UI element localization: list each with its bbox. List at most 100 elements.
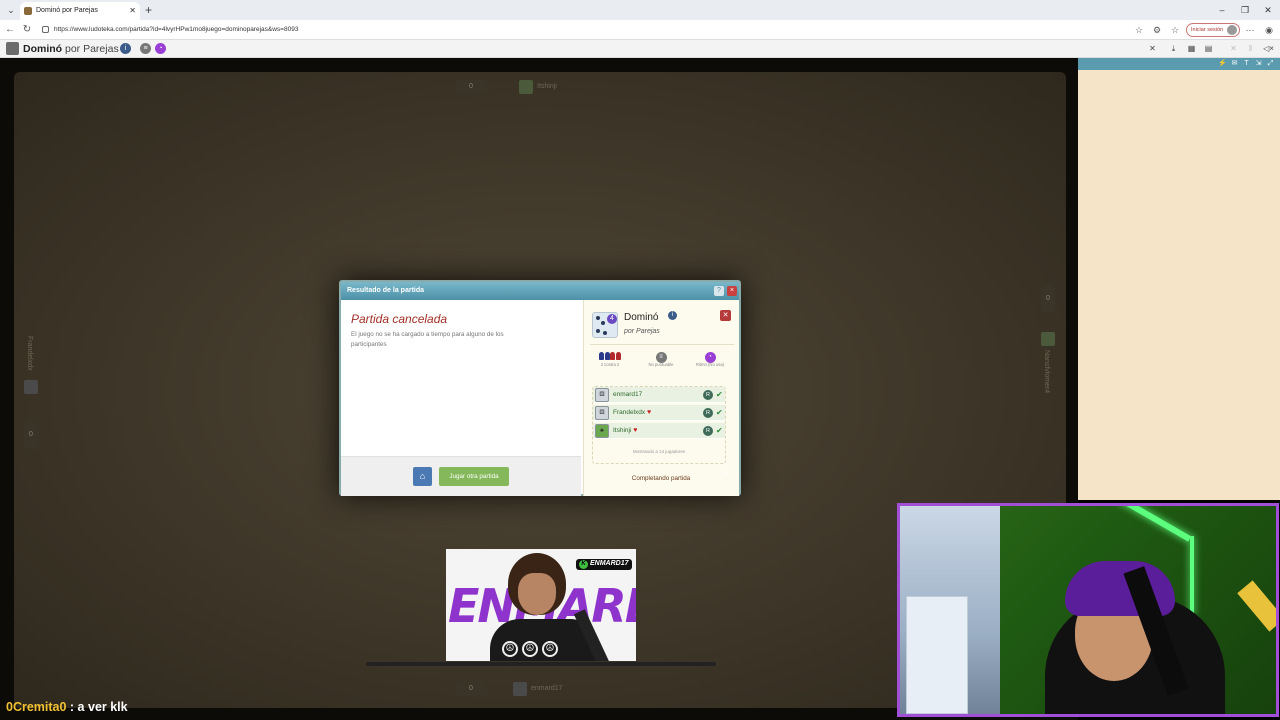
tab-list-icon[interactable]: ⌄ (4, 3, 18, 17)
close-game-icon[interactable]: ✕ (1228, 43, 1239, 54)
result-title: Partida cancelada (351, 312, 448, 326)
side-panel: ⚡ ✉ T ⇲ ⤢ (1078, 58, 1280, 500)
mode-rhythm: ◔ Ritmo (No usa) (689, 350, 731, 368)
mode-teams-label: 2 contra 2 (600, 362, 620, 367)
heart-icon: ♥ (633, 427, 638, 434)
info-icon[interactable]: i (120, 43, 131, 54)
new-tab-icon[interactable]: + (145, 2, 152, 18)
top-player-name: Itshinji (537, 83, 557, 90)
hand-bar (366, 662, 716, 666)
mode-unrated-label: No puntuable (648, 362, 674, 367)
dialog-close-button[interactable]: × (727, 286, 737, 296)
tab-close-icon[interactable]: ✕ (129, 2, 136, 20)
peace-icon: ☮ (502, 641, 518, 657)
windows-icon[interactable]: ▤ (1203, 43, 1214, 54)
game-info-icon[interactable]: i (668, 311, 677, 320)
player-avatar: ⚅ (595, 388, 609, 402)
domino-logo-icon: 4 (592, 312, 618, 338)
webcam-overlay (897, 503, 1279, 717)
heart-icon: ♥ (646, 409, 652, 416)
player-status-icon: R (703, 390, 713, 400)
unrated-icon: ≡ (640, 350, 682, 363)
browser-tab[interactable]: Dominó por Parejas ✕ (20, 2, 140, 20)
home-button[interactable]: ⌂ (413, 467, 432, 486)
divider (590, 344, 734, 345)
players-note: Mostrando a 14 jugadores (632, 449, 686, 454)
player-row[interactable]: ♣ Itshinji ♥ R ✔ (593, 423, 725, 439)
game-name: Dominó (624, 312, 659, 323)
result-actions: ⌂ Jugar otra partida (341, 456, 581, 496)
minimize-icon[interactable]: – (1212, 3, 1232, 17)
site-title: Dominó por Parejas (23, 41, 119, 57)
game-info-pane: 4 Dominó i por Parejas ✕ 2 contra 2 ≡ No… (583, 300, 739, 496)
qr-icon[interactable]: ▦ (1186, 43, 1197, 54)
check-icon: ✔ (716, 426, 723, 435)
download-icon[interactable]: ⤓ (1168, 43, 1179, 54)
browser-tabbar: ⌄ Dominó por Parejas ✕ + – ❐ ✕ (0, 0, 1280, 20)
player-row[interactable]: ⚅ Frandelxdx ♥ R ✔ (593, 405, 725, 421)
flash-icon[interactable]: ⚡ (1218, 59, 1227, 68)
result-pane: Partida cancelada El juego no se ha carg… (341, 300, 581, 496)
player-row[interactable]: ⚅ enmard17 R ✔ (593, 387, 725, 403)
site-title-main: Dominó (23, 43, 63, 55)
url-text: https://www.ludoteka.com/partida?id=4lvy… (54, 26, 299, 33)
domino-pip (603, 331, 607, 335)
player-name: Frandelxdx ♥ (613, 409, 652, 416)
right-player-avatar (1041, 332, 1055, 346)
site-header: Dominó por Parejas i ≡ ◔ ✕ ⤓ ▦ ▤ ✕ ‖ ◁× (0, 40, 1280, 58)
ludoteka-logo-icon[interactable] (6, 42, 19, 55)
peace-icon: ☮ (542, 641, 558, 657)
player-name: Itshinji ♥ (613, 427, 638, 434)
mode-unrated: ≡ No puntuable (640, 350, 682, 368)
check-icon: ✔ (716, 390, 723, 399)
result-dialog: Resultado de la partida ? × Partida canc… (339, 280, 741, 496)
cam-pc-case (906, 596, 968, 714)
chat-message: 0Cremita0 : a ver klk (6, 699, 128, 715)
bottom-score: 0 (455, 682, 487, 696)
signin-button[interactable]: Iniciar sesión (1186, 23, 1240, 37)
star-icon[interactable]: ☆ (1132, 23, 1146, 37)
expand-icon[interactable]: ⇲ (1254, 59, 1263, 68)
chat-text: : a ver klk (66, 700, 128, 714)
site-title-sub: por Parejas (65, 43, 119, 55)
top-player-avatar (519, 80, 533, 94)
screen: ⌄ Dominó por Parejas ✕ + – ❐ ✕ ← ↻ https… (0, 0, 1280, 720)
help-button[interactable]: ? (714, 286, 724, 296)
banner-face (518, 573, 556, 615)
result-description: El juego no se ha cargado a tiempo para … (351, 331, 504, 348)
bottom-player-avatar (513, 682, 527, 696)
rhythm-icon[interactable]: ◔ (155, 43, 166, 54)
text-icon[interactable]: T (1242, 59, 1251, 68)
left-player-name: Frandelxdx (26, 336, 33, 371)
mode-teams: 2 contra 2 (589, 350, 631, 368)
more-icon[interactable]: ⋯ (1243, 23, 1257, 37)
chat-user: 0Cremita0 (6, 700, 67, 714)
banner-tag-text: ENMARD17 (590, 560, 629, 567)
favorites-icon[interactable]: ☆ (1168, 23, 1182, 37)
copilot-icon[interactable]: ◉ (1262, 23, 1276, 37)
resize-icon[interactable]: ⤢ (1266, 59, 1275, 68)
back-icon[interactable]: ← (3, 23, 17, 37)
right-player-name: Nansfvlomer4 (1043, 350, 1050, 394)
game-subtitle: por Parejas (624, 328, 660, 335)
streamer-banner: ENMARD17 ☮ ☮ ☮ KENMARD17 (446, 549, 636, 661)
play-again-button[interactable]: Jugar otra partida (439, 467, 509, 486)
mode-rhythm-label: Ritmo (No usa) (695, 362, 725, 367)
dialog-header: Resultado de la partida ? × (341, 282, 739, 300)
restore-icon[interactable]: ❐ (1235, 3, 1255, 17)
side-panel-toolbar: ⚡ ✉ T ⇲ ⤢ (1078, 58, 1280, 70)
url-field[interactable]: https://www.ludoteka.com/partida?id=4lvy… (40, 23, 1130, 37)
pause-icon[interactable]: ‖ (1245, 43, 1256, 54)
fullscreen-icon[interactable]: ✕ (1147, 43, 1158, 54)
no-score-icon[interactable]: ≡ (140, 43, 151, 54)
rhythm-clock-icon: ◔ (689, 350, 731, 363)
player-status-icon: R (703, 408, 713, 418)
kick-icon: K (579, 560, 588, 569)
cam-neon-light (1190, 536, 1194, 616)
mute-icon[interactable]: ◁× (1263, 43, 1274, 54)
extensions-icon[interactable]: ⚙ (1150, 23, 1164, 37)
window-close-icon[interactable]: ✕ (1258, 3, 1278, 17)
chat-icon[interactable]: ✉ (1230, 59, 1239, 68)
reload-icon[interactable]: ↻ (20, 23, 34, 37)
pane-close-button[interactable]: ✕ (720, 310, 731, 321)
